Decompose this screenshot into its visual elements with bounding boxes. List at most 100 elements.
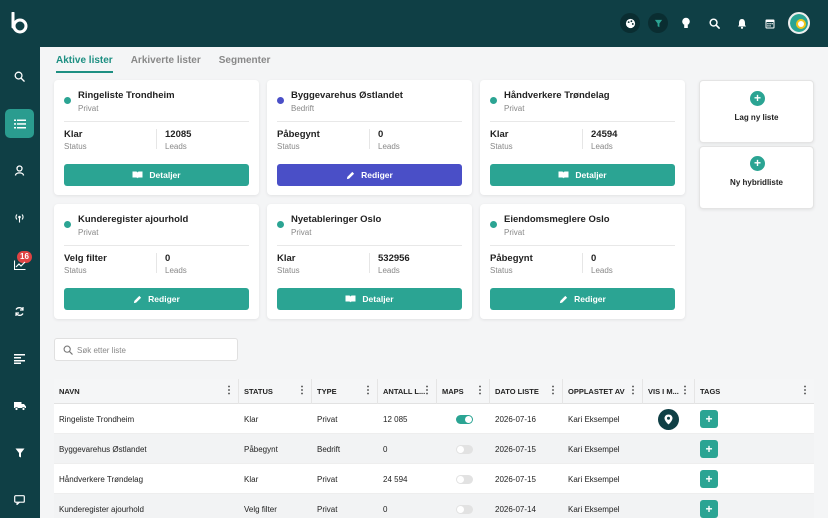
plus-icon[interactable]: + xyxy=(750,156,765,171)
card-type: Bedrift xyxy=(291,104,315,113)
filter-icon[interactable] xyxy=(648,13,668,33)
new-list-card[interactable]: + Lag ny liste xyxy=(699,80,814,143)
column-header[interactable]: MAPS ⋮ xyxy=(437,379,490,404)
column-header[interactable]: TAGS ⋮ xyxy=(695,379,814,404)
sidebar-item-lists[interactable] xyxy=(5,109,34,138)
sidebar-item-radar[interactable] xyxy=(5,203,34,232)
card-status-label: Status xyxy=(490,142,513,151)
tab-active-lists[interactable]: Aktive lister xyxy=(56,55,113,73)
button-label: Rediger xyxy=(361,170,393,180)
line-chart-icon xyxy=(13,260,25,270)
card-type: Privat xyxy=(504,104,525,113)
truck-icon xyxy=(13,401,26,411)
cell-name: Byggevarehus Østlandet xyxy=(59,444,147,454)
sidebar-item-messages[interactable] xyxy=(5,485,34,514)
table-row[interactable]: Byggevarehus Østlandet Påbegynt Bedrift 0 20… xyxy=(54,434,814,464)
table-row[interactable]: Ringeliste Trondheim Klar Privat 12 085 2026… xyxy=(54,404,814,434)
cell-status: Klar xyxy=(244,414,259,424)
maps-toggle[interactable] xyxy=(456,504,473,514)
column-header[interactable]: DATO LISTE ⋮ xyxy=(490,379,563,404)
add-tag-button[interactable]: + xyxy=(700,440,718,458)
column-header-label: OPPLASTET AV xyxy=(568,387,625,396)
new-hybrid-list-label: Ny hybridliste xyxy=(730,178,783,187)
sidebar-item-search[interactable] xyxy=(5,62,34,91)
search-icon[interactable] xyxy=(704,13,724,33)
cell-count: 0 xyxy=(383,444,388,454)
bell-icon[interactable] xyxy=(732,13,752,33)
details-button[interactable]: Detaljer xyxy=(490,164,675,186)
button-label: Detaljer xyxy=(362,294,394,304)
cell-tags: + xyxy=(695,404,814,434)
column-header[interactable]: OPPLASTET AV ⋮ xyxy=(563,379,643,404)
column-header[interactable]: NAVN ⋮ xyxy=(54,379,239,404)
sidebar-item-documents[interactable] xyxy=(5,344,34,373)
search-input[interactable] xyxy=(77,343,227,357)
toggle-knob xyxy=(457,505,464,513)
cell-tags: + xyxy=(695,434,814,464)
calendar-icon[interactable] xyxy=(760,13,780,33)
card-title: Nyetableringer Oslo xyxy=(291,214,382,225)
maps-toggle[interactable] xyxy=(456,444,473,454)
column-menu-icon[interactable]: ⋮ xyxy=(297,386,307,396)
add-tag-button[interactable]: + xyxy=(700,410,718,428)
column-header[interactable]: TYPE ⋮ xyxy=(312,379,378,404)
divider xyxy=(582,253,583,273)
add-tag-button[interactable]: + xyxy=(700,500,718,518)
column-menu-icon[interactable]: ⋮ xyxy=(628,386,638,396)
table-row[interactable]: Håndverkere Trøndelag Klar Privat 24 594 202… xyxy=(54,464,814,494)
person-icon xyxy=(14,165,25,176)
tab-archived-lists[interactable]: Arkiverte lister xyxy=(131,55,201,73)
cell-name: Kunderegister ajourhold xyxy=(59,504,144,514)
avatar[interactable] xyxy=(788,12,810,34)
column-menu-icon[interactable]: ⋮ xyxy=(475,386,485,396)
new-hybrid-list-card[interactable]: + Ny hybridliste xyxy=(699,146,814,209)
details-button[interactable]: Detaljer xyxy=(277,288,462,310)
table-row[interactable]: Kunderegister ajourhold Velg filter Privat… xyxy=(54,494,814,518)
card-status-value: Klar xyxy=(277,253,296,264)
edit-button[interactable]: Rediger xyxy=(490,288,675,310)
sidebar-item-sync[interactable] xyxy=(5,297,34,326)
column-menu-icon[interactable]: ⋮ xyxy=(224,386,234,396)
add-tag-button[interactable]: + xyxy=(700,470,718,488)
button-label: Detaljer xyxy=(149,170,181,180)
sidebar-item-delivery[interactable] xyxy=(5,391,34,420)
list-card: Ringeliste Trondheim Privat Klar Status 1208… xyxy=(54,80,259,195)
edit-button[interactable]: Rediger xyxy=(277,164,462,186)
cell-count: 0 xyxy=(383,504,388,514)
column-menu-icon[interactable]: ⋮ xyxy=(422,386,432,396)
card-status-label: Status xyxy=(277,266,300,275)
column-header-label: STATUS xyxy=(244,387,273,396)
sidebar: 16 xyxy=(0,47,40,518)
column-header[interactable]: ANTALL L... ⋮ xyxy=(378,379,437,404)
edit-button[interactable]: Rediger xyxy=(64,288,249,310)
maps-toggle[interactable] xyxy=(456,414,473,424)
column-menu-icon[interactable]: ⋮ xyxy=(680,386,690,396)
list-icon xyxy=(13,119,26,128)
sidebar-item-contacts[interactable] xyxy=(5,156,34,185)
lightbulb-icon[interactable] xyxy=(676,13,696,33)
column-header-label: ANTALL L... xyxy=(383,387,426,396)
plus-icon[interactable]: + xyxy=(750,91,765,106)
palette-icon[interactable] xyxy=(620,13,640,33)
column-menu-icon[interactable]: ⋮ xyxy=(548,386,558,396)
tab-segments[interactable]: Segmenter xyxy=(219,55,271,73)
sidebar-item-filter[interactable] xyxy=(5,438,34,467)
cell-uploader: Kari Eksempel xyxy=(568,414,620,424)
cell-type: Privat xyxy=(317,474,338,484)
details-button[interactable]: Detaljer xyxy=(64,164,249,186)
column-menu-icon[interactable]: ⋮ xyxy=(800,386,810,396)
map-pin-icon[interactable] xyxy=(658,408,679,430)
app-logo[interactable] xyxy=(9,12,29,34)
search-icon xyxy=(14,71,25,82)
cell-type: Bedrift xyxy=(317,444,341,454)
maps-toggle[interactable] xyxy=(456,474,473,484)
list-card: Nyetableringer Oslo Privat Klar Status 53295… xyxy=(267,204,472,319)
column-menu-icon[interactable]: ⋮ xyxy=(363,386,373,396)
column-header[interactable]: STATUS ⋮ xyxy=(239,379,312,404)
sidebar-item-statistics[interactable] xyxy=(5,250,34,279)
status-dot xyxy=(277,97,284,104)
cell-status: Velg filter xyxy=(244,504,277,514)
card-title: Eiendomsmeglere Oslo xyxy=(504,214,610,225)
column-header[interactable]: VIS I M... ⋮ xyxy=(643,379,695,404)
column-header-label: DATO LISTE xyxy=(495,387,539,396)
